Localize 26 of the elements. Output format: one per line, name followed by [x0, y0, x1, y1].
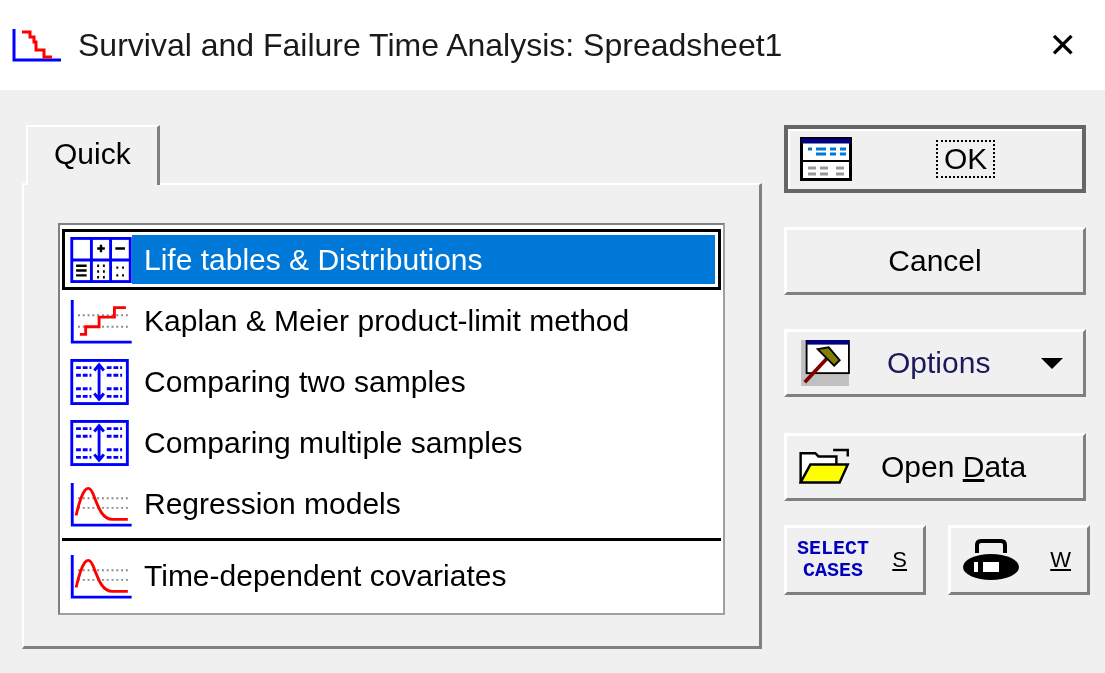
tab[interactable]: Quick [26, 125, 160, 185]
compare-table-icon [70, 419, 132, 466]
curve-chart-icon [70, 480, 132, 527]
survival-curve-icon [12, 28, 62, 62]
step-chart-icon [70, 297, 132, 344]
caret-icon [1041, 357, 1063, 369]
list-item[interactable]: Kaplan & Meier product-limit method [62, 290, 721, 351]
window-title: Survival and Failure Time Analysis: Spreadsheet1 [78, 26, 784, 64]
list-item[interactable]: Time-dependent covariates [62, 545, 721, 606]
close-button[interactable]: ✕ [1038, 25, 1087, 65]
open-data-button[interactable]: Open Data [784, 433, 1086, 501]
select-cases-button[interactable]: SELECT CASES S [784, 525, 926, 595]
list-item[interactable]: Comparing multiple samples [62, 412, 721, 473]
ok-button[interactable]: OK [784, 125, 1086, 193]
spreadsheet-icon [800, 136, 852, 182]
table-grid-icon [70, 236, 132, 283]
list-item[interactable]: Comparing two samples [62, 351, 721, 412]
weight-icon [961, 539, 1021, 581]
list-item[interactable]: Life tables & Distributions [62, 229, 721, 290]
hammer-icon [799, 340, 851, 386]
list-item[interactable]: Regression models [62, 473, 721, 534]
curve-chart-icon [70, 552, 132, 599]
weight-button[interactable]: W [948, 525, 1090, 595]
options-button[interactable]: Options [784, 329, 1086, 397]
compare-table-icon [70, 358, 132, 405]
cancel-button[interactable]: Cancel [784, 227, 1086, 295]
